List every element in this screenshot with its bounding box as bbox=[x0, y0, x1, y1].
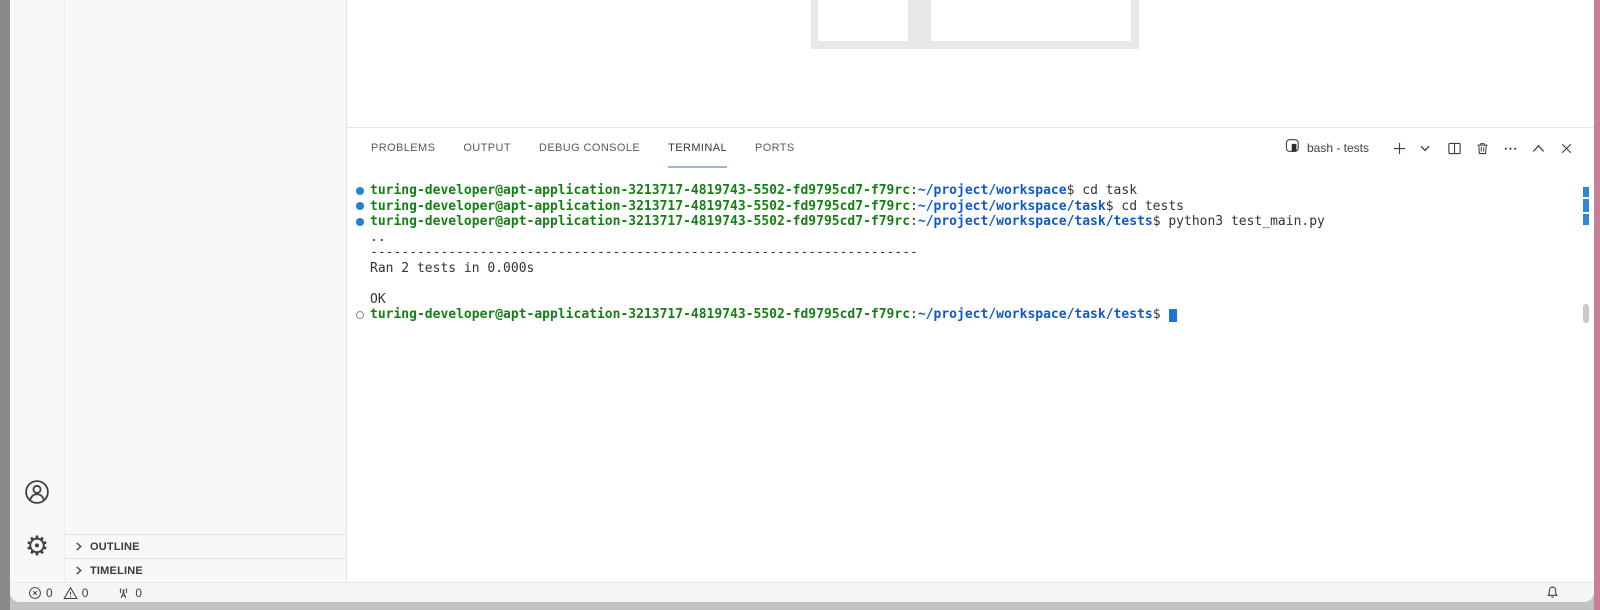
status-bar-right bbox=[1545, 585, 1560, 600]
panel-tab-debug-console[interactable]: DEBUG CONSOLE bbox=[539, 128, 640, 168]
overview-ruler-mark bbox=[1583, 214, 1589, 225]
warnings-icon bbox=[62, 586, 78, 600]
radio-tower-icon bbox=[116, 586, 131, 600]
terminal-line: OK bbox=[356, 292, 1580, 308]
table-cell bbox=[818, 0, 908, 41]
ports-count: 0 bbox=[135, 585, 143, 600]
warnings-count: 0 bbox=[81, 585, 89, 600]
terminal-title: bash - tests bbox=[1306, 141, 1369, 155]
terminal-line-text: .. bbox=[370, 229, 386, 245]
terminal-line-text: turing-developer@apt-application-3213717… bbox=[370, 183, 1138, 198]
vscode-window: ⚙ OUTLINE TIMELINE PROBLEMS OUTPUT DEBUG… bbox=[10, 0, 1594, 602]
problems-status-item[interactable]: 0 0 bbox=[28, 586, 88, 600]
panel-tab-output[interactable]: OUTPUT bbox=[463, 128, 511, 168]
terminal-line-text: OK bbox=[370, 291, 386, 307]
kill-terminal-trash-icon[interactable] bbox=[1474, 140, 1490, 156]
sidebar-section-outline[interactable]: OUTLINE bbox=[65, 534, 346, 558]
panel-actions: bash - tests bbox=[1285, 128, 1574, 168]
terminal-line: turing-developer@apt-application-3213717… bbox=[356, 307, 1580, 323]
more-actions-ellipsis-icon[interactable] bbox=[1502, 140, 1518, 156]
timeline-section-label: TIMELINE bbox=[90, 564, 143, 577]
command-decoration-none bbox=[356, 245, 370, 261]
panel-tab-problems[interactable]: PROBLEMS bbox=[371, 128, 435, 168]
maximize-panel-chevron-icon[interactable] bbox=[1530, 140, 1546, 156]
terminal-profile-icon bbox=[1285, 138, 1300, 158]
terminal-line: turing-developer@apt-application-3213717… bbox=[356, 183, 1580, 199]
status-bar: 0 0 0 bbox=[10, 582, 1594, 602]
terminal-line-text: turing-developer@apt-application-3213717… bbox=[370, 307, 1178, 323]
terminal-overview-ruler bbox=[1583, 128, 1589, 582]
editor-and-panel: PROBLEMS OUTPUT DEBUG CONSOLE TERMINAL PORTS… bbox=[347, 0, 1594, 582]
main-row: ⚙ OUTLINE TIMELINE PROBLEMS OUTPUT DEBUG… bbox=[10, 0, 1594, 582]
account-icon[interactable] bbox=[23, 478, 51, 506]
panel-tabs: PROBLEMS OUTPUT DEBUG CONSOLE TERMINAL PORTS bbox=[371, 128, 795, 168]
terminal-line: ----------------------------------------… bbox=[356, 245, 1580, 261]
terminal-line-text: ----------------------------------------… bbox=[370, 245, 918, 260]
panel-header: PROBLEMS OUTPUT DEBUG CONSOLE TERMINAL PORTS… bbox=[347, 128, 1594, 168]
overview-ruler-mark bbox=[1583, 187, 1589, 197]
overview-ruler-mark bbox=[1583, 199, 1589, 212]
terminal-lines: turing-developer@apt-application-3213717… bbox=[347, 168, 1580, 323]
new-terminal-icon[interactable] bbox=[1391, 140, 1407, 156]
terminal-line: Ran 2 tests in 0.000s bbox=[356, 261, 1580, 277]
ports-status-item[interactable]: 0 bbox=[116, 586, 142, 600]
outline-section-label: OUTLINE bbox=[90, 540, 140, 553]
terminal-line: turing-developer@apt-application-3213717… bbox=[356, 199, 1580, 215]
table-cell bbox=[931, 0, 1131, 41]
chevron-right-icon bbox=[73, 565, 84, 576]
terminal-cursor bbox=[1169, 309, 1178, 322]
close-panel-icon[interactable] bbox=[1558, 140, 1574, 156]
terminal-line: .. bbox=[356, 230, 1580, 246]
terminal-line-text: turing-developer@apt-application-3213717… bbox=[370, 214, 1325, 229]
command-decoration-hollow-icon[interactable] bbox=[356, 307, 370, 323]
bottom-panel: PROBLEMS OUTPUT DEBUG CONSOLE TERMINAL PORTS… bbox=[347, 127, 1594, 582]
sidebar: OUTLINE TIMELINE bbox=[65, 0, 347, 582]
split-terminal-icon[interactable] bbox=[1446, 140, 1462, 156]
editor-area bbox=[347, 0, 1594, 127]
terminal-content[interactable]: turing-developer@apt-application-3213717… bbox=[347, 168, 1580, 582]
launch-profile-chevron-icon[interactable] bbox=[1419, 140, 1430, 156]
activity-bar: ⚙ bbox=[10, 0, 65, 582]
command-decoration-none bbox=[356, 292, 370, 308]
errors-icon bbox=[28, 586, 42, 600]
command-decoration-none bbox=[356, 276, 370, 292]
terminal-line: turing-developer@apt-application-3213717… bbox=[356, 214, 1580, 230]
chevron-right-icon bbox=[73, 541, 84, 552]
panel-tab-ports[interactable]: PORTS bbox=[755, 128, 795, 168]
terminal-line-text bbox=[370, 276, 378, 292]
sidebar-section-timeline[interactable]: TIMELINE bbox=[65, 558, 346, 582]
terminal-tab-bash-tests[interactable]: bash - tests bbox=[1285, 138, 1369, 158]
errors-count: 0 bbox=[46, 585, 53, 600]
command-decoration-filled-icon[interactable] bbox=[356, 214, 370, 230]
settings-gear-icon[interactable]: ⚙ bbox=[23, 533, 51, 561]
panel-tab-terminal[interactable]: TERMINAL bbox=[668, 128, 727, 168]
notifications-bell-icon[interactable] bbox=[1545, 585, 1560, 600]
command-decoration-none bbox=[356, 230, 370, 246]
terminal-line-text: Ran 2 tests in 0.000s bbox=[370, 260, 535, 276]
command-decoration-none bbox=[356, 261, 370, 277]
terminal-line-text: turing-developer@apt-application-3213717… bbox=[370, 198, 1184, 214]
status-bar-left: 0 0 0 bbox=[28, 586, 142, 600]
command-decoration-filled-icon[interactable] bbox=[356, 199, 370, 215]
terminal-scrollbar-thumb[interactable] bbox=[1583, 304, 1589, 323]
terminal-line bbox=[356, 276, 1580, 292]
command-decoration-filled-icon[interactable] bbox=[356, 183, 370, 199]
editor-image-table-fragment bbox=[811, 0, 1139, 49]
